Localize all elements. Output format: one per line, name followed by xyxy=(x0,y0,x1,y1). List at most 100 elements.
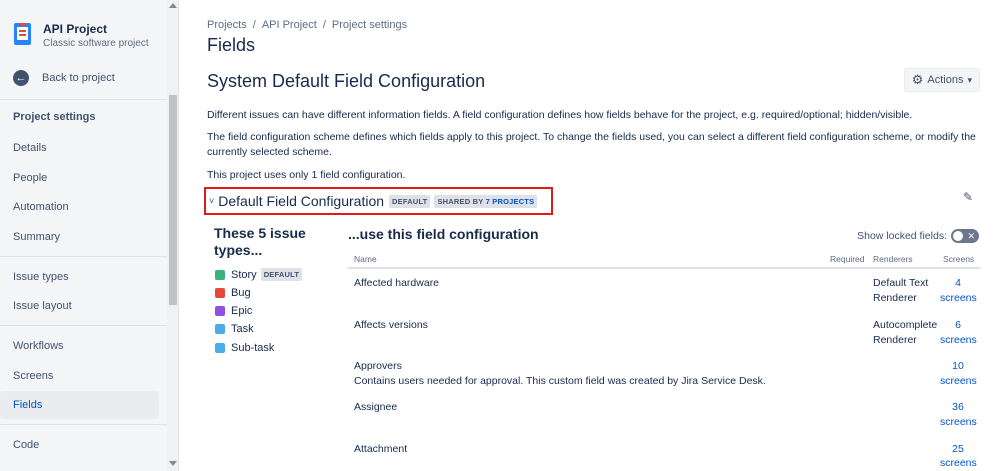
field-name: Affected hardware xyxy=(354,277,440,289)
show-locked-fields: Show locked fields: ✕ xyxy=(857,229,979,243)
config-name: Default Field Configuration xyxy=(218,193,385,209)
default-lozenge: DEFAULT xyxy=(389,194,431,208)
back-label: Back to project xyxy=(42,72,115,84)
field-name: Affects versions xyxy=(354,319,428,331)
renderer-text: Renderer xyxy=(873,334,917,346)
project-type: Classic software project xyxy=(43,38,149,49)
sidebar-divider xyxy=(0,256,167,257)
breadcrumb-project[interactable]: API Project xyxy=(262,19,317,31)
epic-icon xyxy=(215,306,225,316)
issue-type-item: Epic xyxy=(215,305,252,317)
renderer-text: Autocomplete xyxy=(873,319,938,331)
task-icon xyxy=(215,324,225,334)
sidebar-item-fields[interactable]: Fields xyxy=(0,391,159,419)
show-locked-label: Show locked fields: xyxy=(857,230,947,242)
main-content: Projects / API Project / Project setting… xyxy=(179,0,999,471)
screens-link[interactable]: screens xyxy=(940,415,977,430)
issue-type-item: Task xyxy=(215,323,254,335)
sidebar-divider xyxy=(0,424,167,425)
chevron-down-icon: ▾ xyxy=(967,74,972,85)
field-config-header[interactable]: ˅ Default Field Configuration DEFAULT SH… xyxy=(204,187,553,215)
column-header-screens: Screens xyxy=(943,254,975,264)
renderer-text: Default Text xyxy=(873,277,929,289)
actions-label: Actions xyxy=(927,74,964,86)
page-title: Fields xyxy=(207,35,256,55)
screens-link[interactable]: screens xyxy=(940,374,977,389)
fields-title: ...use this field configuration xyxy=(348,226,539,242)
subtask-icon xyxy=(215,343,225,353)
story-icon xyxy=(215,269,225,280)
screens-link[interactable]: screens xyxy=(940,291,977,306)
field-description: Contains users needed for approval. This… xyxy=(354,375,766,387)
breadcrumb-settings[interactable]: Project settings xyxy=(332,19,407,31)
default-lozenge: DEFAULT xyxy=(260,268,303,281)
shared-lozenge: SHARED BY 7 PROJECTS xyxy=(434,194,538,208)
sidebar: API Project Classic software project ← B… xyxy=(0,0,167,471)
screens-count-link[interactable]: 25 xyxy=(940,442,976,457)
back-to-project-link[interactable]: ← Back to project xyxy=(13,70,115,86)
breadcrumb-projects[interactable]: Projects xyxy=(207,19,247,31)
screens-count-link[interactable]: 10 xyxy=(940,359,976,374)
screens-count-link[interactable]: 4 xyxy=(940,276,976,291)
pencil-icon[interactable]: ✎ xyxy=(963,190,973,204)
sidebar-item-issue-layout[interactable]: Issue layout xyxy=(0,292,159,320)
screens-link[interactable]: screens xyxy=(940,456,977,471)
sidebar-item-summary[interactable]: Summary xyxy=(0,223,159,251)
app: API Project Classic software project ← B… xyxy=(0,0,999,471)
screens-count-link[interactable]: 36 xyxy=(940,400,976,415)
bug-icon xyxy=(215,288,225,298)
project-avatar-icon xyxy=(13,22,32,46)
issue-type-label: Sub-task xyxy=(231,342,275,354)
sidebar-item-screens[interactable]: Screens xyxy=(0,362,159,390)
sidebar-heading: Project settings xyxy=(13,111,96,123)
field-name: Assignee xyxy=(354,401,398,413)
chevron-down-icon[interactable]: ˅ xyxy=(209,196,214,206)
field-name: Approvers xyxy=(354,360,402,372)
actions-button[interactable]: ⚙ Actions ▾ xyxy=(903,68,980,92)
sidebar-item-automation[interactable]: Automation xyxy=(0,193,159,221)
sidebar-scrollbar[interactable] xyxy=(167,0,179,471)
issue-types-title: These 5 issue types... xyxy=(214,225,306,258)
sidebar-item-issue-types[interactable]: Issue types xyxy=(0,263,159,291)
column-header-required: Required xyxy=(830,254,865,264)
renderer-text: Renderer xyxy=(873,292,917,304)
column-header-renderers: Renderers xyxy=(873,254,913,264)
issue-type-label: Bug xyxy=(231,287,251,299)
scrollbar-thumb[interactable] xyxy=(169,95,177,305)
field-name: Attachment xyxy=(354,443,408,455)
arrow-left-icon: ← xyxy=(13,70,29,86)
screens-link[interactable]: screens xyxy=(940,333,977,348)
config-count-text: This project uses only 1 field configura… xyxy=(207,169,406,181)
column-header-name: Name xyxy=(354,254,377,264)
issue-type-label: Task xyxy=(231,323,254,335)
shared-prefix: SHARED BY xyxy=(437,196,484,206)
project-name: API Project xyxy=(43,22,108,36)
breadcrumb: Projects / API Project / Project setting… xyxy=(207,19,407,31)
issue-type-item: Story DEFAULT xyxy=(215,268,306,281)
scroll-up-arrow-icon[interactable] xyxy=(169,3,177,8)
issue-type-item: Sub-task xyxy=(215,342,274,354)
breadcrumb-separator: / xyxy=(322,19,326,31)
sidebar-item-code[interactable]: Code xyxy=(0,431,159,459)
gear-icon: ⚙ xyxy=(911,72,924,87)
project-header[interactable]: API Project Classic software project xyxy=(13,20,149,51)
sidebar-divider xyxy=(0,99,167,100)
description-paragraph: Different issues can have different info… xyxy=(207,109,913,121)
close-icon: ✕ xyxy=(967,231,975,241)
screens-count-link[interactable]: 6 xyxy=(940,318,976,333)
scroll-down-arrow-icon[interactable] xyxy=(169,461,177,466)
issue-type-label: Story xyxy=(231,268,257,281)
sidebar-item-people[interactable]: People xyxy=(0,164,159,192)
section-title: System Default Field Configuration xyxy=(207,71,486,91)
show-locked-toggle[interactable]: ✕ xyxy=(951,229,979,243)
breadcrumb-separator: / xyxy=(252,19,256,31)
sidebar-item-workflows[interactable]: Workflows xyxy=(0,332,159,360)
sidebar-item-details[interactable]: Details xyxy=(0,134,159,162)
table-header-divider xyxy=(348,267,980,269)
issue-type-item: Bug xyxy=(215,287,251,299)
issue-type-label: Epic xyxy=(231,305,253,317)
toggle-knob xyxy=(953,231,963,241)
shared-projects-link[interactable]: 7 PROJECTS xyxy=(486,197,535,206)
description-paragraph: The field configuration scheme defines w… xyxy=(207,131,976,158)
sidebar-divider xyxy=(0,325,167,326)
